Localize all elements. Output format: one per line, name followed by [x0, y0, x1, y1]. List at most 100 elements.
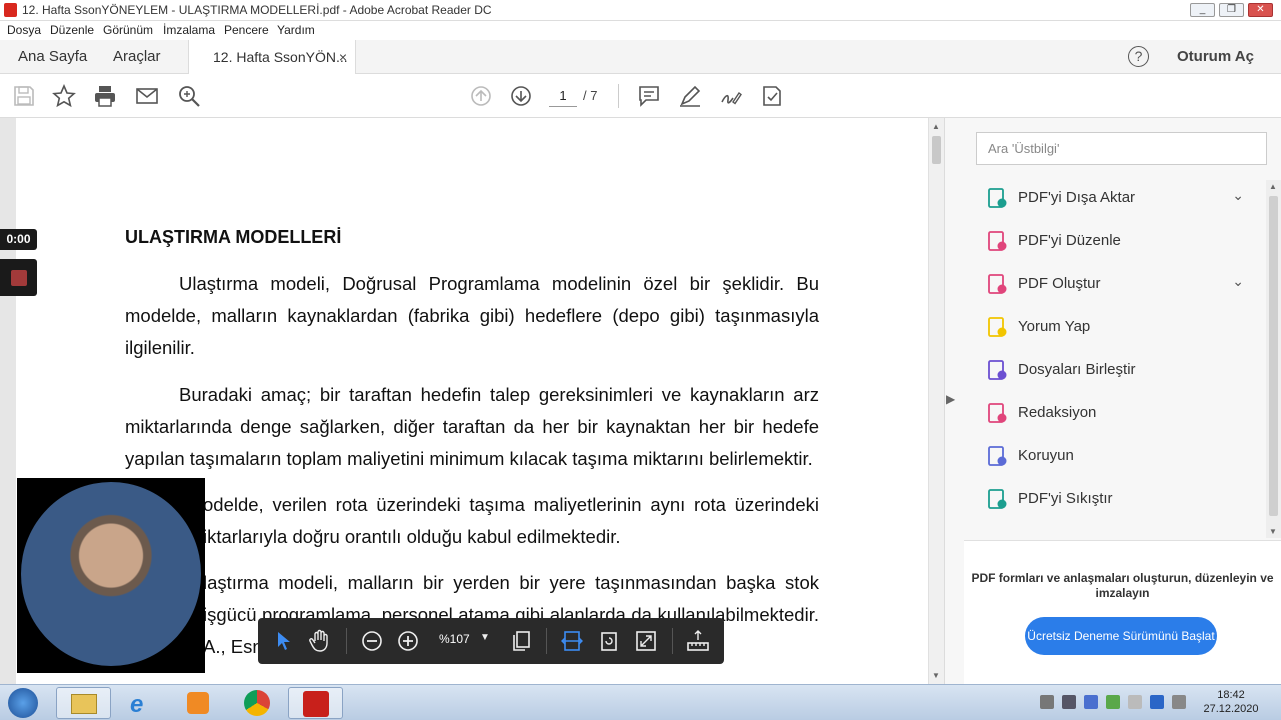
tool-item-label: Yorum Yap: [1018, 318, 1091, 335]
page-number-input[interactable]: 1: [549, 87, 577, 107]
word-icon[interactable]: [1150, 695, 1164, 709]
scroll-down-arrow[interactable]: ▼: [932, 671, 940, 680]
tool-item[interactable]: PDF'yi Sıkıştır: [964, 478, 1266, 521]
page-up-icon[interactable]: [469, 84, 493, 108]
help-icon[interactable]: ?: [1128, 46, 1149, 67]
battery-icon[interactable]: [1040, 695, 1054, 709]
collapse-pane-arrow-icon[interactable]: ▶: [946, 392, 955, 406]
toolbar-divider: [672, 628, 673, 654]
volume-icon[interactable]: [1062, 695, 1076, 709]
paragraph-1: Ulaştırma modeli, Doğrusal Programlama m…: [125, 268, 819, 364]
highlight-pen-icon[interactable]: [678, 84, 702, 108]
full-screen-icon[interactable]: [634, 629, 658, 653]
chrome-icon: [244, 690, 270, 716]
document-scrollbar[interactable]: ▲ ▼: [928, 118, 944, 684]
zoom-level[interactable]: %107: [439, 632, 470, 646]
tool-item[interactable]: PDF'yi Düzenle: [964, 220, 1266, 263]
taskbar-media-player[interactable]: [172, 687, 227, 719]
scroll-thumb[interactable]: [1269, 196, 1278, 516]
zoom-dropdown-icon[interactable]: ▼: [480, 632, 490, 643]
tool-item[interactable]: Koruyun: [964, 435, 1266, 478]
taskbar-explorer[interactable]: [56, 687, 111, 719]
taskbar-chrome[interactable]: [230, 687, 285, 719]
zoom-in-icon[interactable]: [396, 629, 420, 653]
start-button[interactable]: [8, 688, 38, 718]
save-icon[interactable]: [12, 84, 36, 108]
start-trial-button[interactable]: Ücretsiz Deneme Sürümünü Başlat: [1025, 617, 1217, 655]
system-clock[interactable]: 18:42 27.12.2020: [1196, 688, 1266, 716]
scroll-up-arrow[interactable]: ▲: [1269, 182, 1277, 191]
chevron-down-icon[interactable]: ⌄: [1232, 273, 1244, 290]
tool-item[interactable]: PDF'yi Dışa Aktar ⌄: [964, 177, 1266, 220]
edit-pdf-icon: [986, 230, 1008, 252]
text-line: Buradaki amaç; bir taraftan hedefin tale…: [179, 384, 819, 405]
tab-home[interactable]: Ana Sayfa: [18, 40, 87, 74]
menu-yardim[interactable]: Yardım: [277, 23, 315, 37]
hand-tool-icon[interactable]: [308, 629, 332, 653]
tab-document[interactable]: 12. Hafta SsonYÖN... ×: [188, 40, 356, 75]
promo-text: PDF formları ve anlaşmaları oluşturun, d…: [971, 571, 1274, 600]
tools-list: PDF'yi Dışa Aktar ⌄ PDF'yi Düzenle PDF Oluş…: [964, 177, 1266, 537]
rotate-page-icon[interactable]: [597, 629, 621, 653]
signal-icon[interactable]: [1172, 695, 1186, 709]
menu-dosya[interactable]: Dosya: [7, 23, 41, 37]
scroll-down-arrow[interactable]: ▼: [1269, 527, 1277, 536]
scroll-thumb[interactable]: [932, 136, 941, 164]
text-line: yapılan taşımaların toplam maliyetini mi…: [125, 448, 813, 469]
taskbar-internet-explorer[interactable]: e: [115, 687, 170, 719]
search-icon[interactable]: [177, 84, 201, 108]
menu-imzalama[interactable]: İmzalama: [163, 23, 215, 37]
protect-shield-icon: [986, 445, 1008, 467]
tab-bar: Ana Sayfa Araçlar 12. Hafta SsonYÖN... ×…: [0, 40, 1281, 75]
settings-gear-icon[interactable]: [1084, 695, 1098, 709]
tab-document-label: 12. Hafta SsonYÖN...: [213, 49, 348, 65]
sign-icon[interactable]: [719, 84, 743, 108]
email-icon[interactable]: [135, 84, 159, 108]
paragraph-3: odelde, verilen rota üzerindeki taşıma m…: [203, 489, 819, 553]
page-down-icon[interactable]: [509, 84, 533, 108]
stop-icon: [11, 270, 27, 286]
bookmark-star-icon[interactable]: [52, 83, 76, 108]
menu-pencere[interactable]: Pencere: [224, 23, 269, 37]
create-pdf-icon: [986, 273, 1008, 295]
text-line: miktarlarında denge sağlarken, diğer tar…: [125, 416, 819, 437]
select-cursor-icon[interactable]: [272, 629, 296, 653]
tool-item[interactable]: Yorum Yap: [964, 306, 1266, 349]
comment-icon: [986, 316, 1008, 338]
network-icon[interactable]: [1128, 695, 1142, 709]
signin-button[interactable]: Oturum Aç: [1177, 48, 1254, 65]
text-line: modelde, malların kaynaklardan (fabrika …: [125, 305, 819, 326]
acrobat-app-icon: [4, 3, 17, 17]
compress-pdf-icon: [986, 488, 1008, 510]
tools-scrollbar[interactable]: ▲ ▼: [1266, 180, 1281, 538]
menu-gorunum[interactable]: Görünüm: [103, 23, 153, 37]
paragraph-2: Buradaki amaç; bir taraftan hedefin tale…: [125, 379, 819, 475]
fit-width-icon[interactable]: [560, 629, 584, 653]
tab-tools[interactable]: Araçlar: [113, 40, 161, 74]
chevron-down-icon[interactable]: ⌄: [1232, 187, 1244, 204]
print-icon[interactable]: [93, 84, 117, 108]
tool-item[interactable]: PDF Oluştur ⌄: [964, 263, 1266, 306]
send-for-sign-icon[interactable]: [760, 84, 784, 108]
toolbar-divider: [546, 628, 547, 654]
toolbar-divider: [618, 84, 619, 108]
taskbar-acrobat[interactable]: [288, 687, 343, 719]
tool-item-label: Koruyun: [1018, 447, 1074, 464]
comment-icon[interactable]: [637, 84, 661, 108]
scroll-up-arrow[interactable]: ▲: [932, 122, 940, 131]
zoom-out-icon[interactable]: [360, 629, 384, 653]
restore-button[interactable]: ❐: [1219, 3, 1244, 17]
document-heading: ULAŞTIRMA MODELLERİ: [125, 227, 342, 247]
menu-duzenle[interactable]: Düzenle: [50, 23, 94, 37]
page-thumbnails-icon[interactable]: [510, 629, 534, 653]
title-bar: 12. Hafta SsonYÖNEYLEM - ULAŞTIRMA MODEL…: [0, 0, 1281, 21]
close-tab-icon[interactable]: ×: [339, 40, 347, 74]
stop-recording-button[interactable]: [0, 259, 37, 296]
tool-item[interactable]: Redaksiyon: [964, 392, 1266, 435]
close-window-button[interactable]: ✕: [1248, 3, 1273, 17]
sync-icon[interactable]: [1106, 695, 1120, 709]
tools-search-input[interactable]: Ara 'Üstbilgi': [976, 132, 1267, 165]
minimize-button[interactable]: _: [1190, 3, 1215, 17]
measure-tool-icon[interactable]: [686, 629, 710, 653]
tool-item[interactable]: Dosyaları Birleştir: [964, 349, 1266, 392]
